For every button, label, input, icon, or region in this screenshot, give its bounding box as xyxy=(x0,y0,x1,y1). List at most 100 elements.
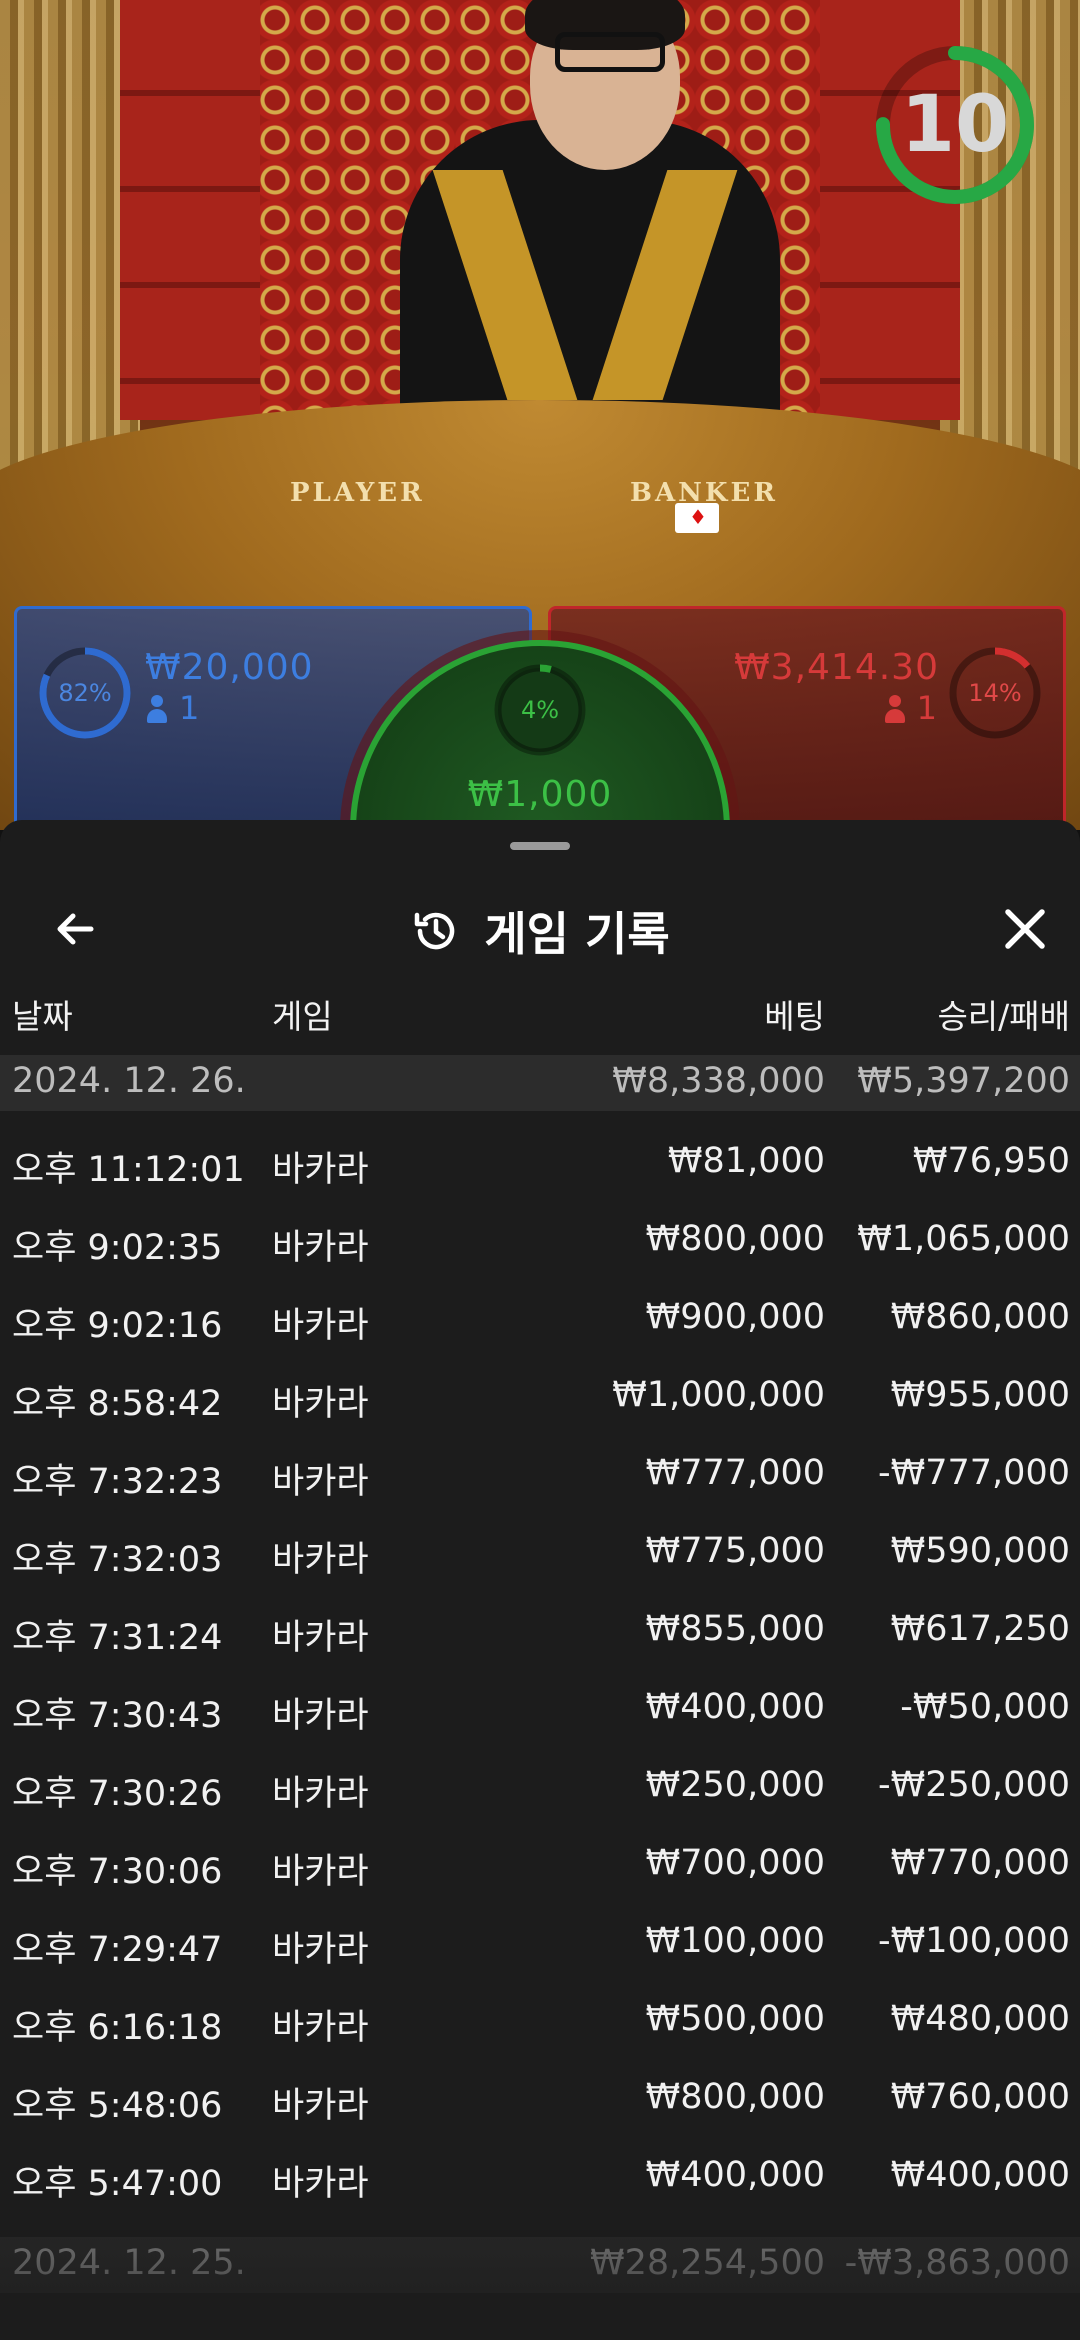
row-result: ₩860,000 xyxy=(890,1297,1070,1337)
history-row[interactable]: 오후 5:48:06 바카라 ₩800,000 ₩760,000 xyxy=(0,2061,1080,2139)
row-game: 바카라 xyxy=(272,1228,369,1268)
row-game: 바카라 xyxy=(272,1306,369,1346)
col-date: 날짜 xyxy=(12,997,73,1036)
history-row[interactable]: 오후 9:02:16 바카라 ₩900,000 ₩860,000 xyxy=(0,1281,1080,1359)
player-amount: ₩20,000 xyxy=(145,647,314,688)
history-row[interactable]: 오후 9:02:35 바카라 ₩800,000 ₩1,065,000 xyxy=(0,1203,1080,1281)
tie-amount: ₩1,000 xyxy=(467,774,613,815)
history-row[interactable]: 오후 6:16:18 바카라 ₩500,000 ₩480,000 xyxy=(0,1983,1080,2061)
row-time: 오후 5:48:06 xyxy=(12,2086,223,2126)
row-result: ₩76,950 xyxy=(912,1141,1070,1181)
close-icon xyxy=(1005,909,1045,949)
row-bet: ₩700,000 xyxy=(645,1843,825,1883)
row-result: ₩955,000 xyxy=(890,1375,1070,1415)
row-result: ₩590,000 xyxy=(890,1531,1070,1571)
row-time: 오후 7:32:23 xyxy=(12,1462,223,1502)
row-time: 오후 8:58:42 xyxy=(12,1384,223,1424)
group-bet-total: ₩8,338,000 xyxy=(612,1061,825,1101)
player-count: 1 xyxy=(147,689,199,727)
row-game: 바카라 xyxy=(272,1540,369,1580)
game-history-sheet: 게임 기록 날짜 게임 베팅 승리/패배 2024. 12. 26. ₩8,338… xyxy=(0,820,1080,2340)
player-percent: 82% xyxy=(58,679,112,707)
sheet-drag-handle[interactable] xyxy=(510,842,570,850)
group-result-total: ₩5,397,200 xyxy=(857,1061,1070,1101)
history-row[interactable]: 오후 11:12:01 바카라 ₩81,000 ₩76,950 xyxy=(0,1125,1080,1203)
banker-percent: 14% xyxy=(968,679,1022,707)
history-row[interactable]: 오후 7:31:24 바카라 ₩855,000 ₩617,250 xyxy=(0,1593,1080,1671)
row-game: 바카라 xyxy=(272,1774,369,1814)
row-bet: ₩500,000 xyxy=(645,1999,825,2039)
row-game: 바카라 xyxy=(272,1696,369,1736)
row-result: ₩770,000 xyxy=(890,1843,1070,1883)
table-header: 날짜 게임 베팅 승리/패배 xyxy=(0,990,1080,1050)
row-game: 바카라 xyxy=(272,2008,369,2048)
row-time: 오후 7:32:03 xyxy=(12,1540,223,1580)
row-time: 오후 9:02:35 xyxy=(12,1228,223,1268)
history-row[interactable]: 오후 7:30:06 바카라 ₩700,000 ₩770,000 xyxy=(0,1827,1080,1905)
row-result: -₩50,000 xyxy=(900,1687,1070,1727)
dealer-glasses xyxy=(555,32,665,72)
tie-percent: 4% xyxy=(520,696,560,724)
history-row[interactable]: 오후 7:30:43 바카라 ₩400,000 -₩50,000 xyxy=(0,1671,1080,1749)
row-result: -₩777,000 xyxy=(878,1453,1070,1493)
row-game: 바카라 xyxy=(272,1930,369,1970)
row-bet: ₩250,000 xyxy=(645,1765,825,1805)
person-icon xyxy=(884,695,905,723)
row-time: 오후 5:47:00 xyxy=(12,2164,223,2204)
row-bet: ₩775,000 xyxy=(645,1531,825,1571)
row-bet: ₩900,000 xyxy=(645,1297,825,1337)
row-game: 바카라 xyxy=(272,2086,369,2126)
history-row[interactable]: 오후 8:58:42 바카라 ₩1,000,000 ₩955,000 xyxy=(0,1359,1080,1437)
row-time: 오후 9:02:16 xyxy=(12,1306,223,1346)
row-bet: ₩777,000 xyxy=(645,1453,825,1493)
row-time: 오후 6:16:18 xyxy=(12,2008,223,2048)
row-time: 오후 7:31:24 xyxy=(12,1618,223,1658)
date-group-header: 2024. 12. 26. ₩8,338,000 ₩5,397,200 xyxy=(0,1055,1080,1111)
sheet-header: 게임 기록 xyxy=(0,860,1080,990)
row-time: 오후 7:30:43 xyxy=(12,1696,223,1736)
row-bet: ₩400,000 xyxy=(645,2155,825,2195)
row-game: 바카라 xyxy=(272,1150,369,1190)
row-result: -₩250,000 xyxy=(878,1765,1070,1805)
row-bet: ₩800,000 xyxy=(645,2077,825,2117)
row-result: ₩760,000 xyxy=(890,2077,1070,2117)
row-game: 바카라 xyxy=(272,1618,369,1658)
person-icon xyxy=(147,695,167,723)
col-bet: 베팅 xyxy=(764,997,825,1036)
curtain-left xyxy=(0,0,140,470)
row-bet: ₩81,000 xyxy=(667,1141,825,1181)
row-result: ₩480,000 xyxy=(890,1999,1070,2039)
close-button[interactable] xyxy=(990,894,1060,964)
group-date: 2024. 12. 26. xyxy=(12,1061,246,1101)
history-row[interactable]: 오후 7:30:26 바카라 ₩250,000 -₩250,000 xyxy=(0,1749,1080,1827)
row-bet: ₩100,000 xyxy=(645,1921,825,1961)
col-result: 승리/패배 xyxy=(937,997,1070,1036)
history-icon xyxy=(415,912,455,950)
countdown-timer: 10 xyxy=(900,80,1010,170)
banker-count: 1 xyxy=(884,689,937,727)
history-row[interactable]: 오후 7:29:47 바카라 ₩100,000 -₩100,000 xyxy=(0,1905,1080,1983)
history-row[interactable]: 오후 7:32:23 바카라 ₩777,000 -₩777,000 xyxy=(0,1437,1080,1515)
row-time: 오후 7:30:06 xyxy=(12,1852,223,1892)
table-label-player: PLAYER xyxy=(290,478,425,508)
row-bet: ₩400,000 xyxy=(645,1687,825,1727)
row-game: 바카라 xyxy=(272,1384,369,1424)
playing-card xyxy=(675,503,719,533)
row-game: 바카라 xyxy=(272,2164,369,2204)
row-time: 오후 7:29:47 xyxy=(12,1930,223,1970)
row-bet: ₩855,000 xyxy=(645,1609,825,1649)
col-game: 게임 xyxy=(272,997,333,1036)
row-bet: ₩800,000 xyxy=(645,1219,825,1259)
row-result: ₩400,000 xyxy=(890,2155,1070,2195)
row-time: 오후 11:12:01 xyxy=(12,1150,245,1190)
history-row[interactable]: 오후 5:47:00 바카라 ₩400,000 ₩400,000 xyxy=(0,2139,1080,2217)
row-game: 바카라 xyxy=(272,1852,369,1892)
list-fade xyxy=(0,2220,1080,2340)
history-row[interactable]: 오후 7:32:03 바카라 ₩775,000 ₩590,000 xyxy=(0,1515,1080,1593)
pillar-left xyxy=(120,0,260,420)
row-result: ₩617,250 xyxy=(890,1609,1070,1649)
row-game: 바카라 xyxy=(272,1462,369,1502)
row-bet: ₩1,000,000 xyxy=(612,1375,825,1415)
row-result: -₩100,000 xyxy=(878,1921,1070,1961)
banker-amount: ₩3,414.30 xyxy=(734,647,939,688)
